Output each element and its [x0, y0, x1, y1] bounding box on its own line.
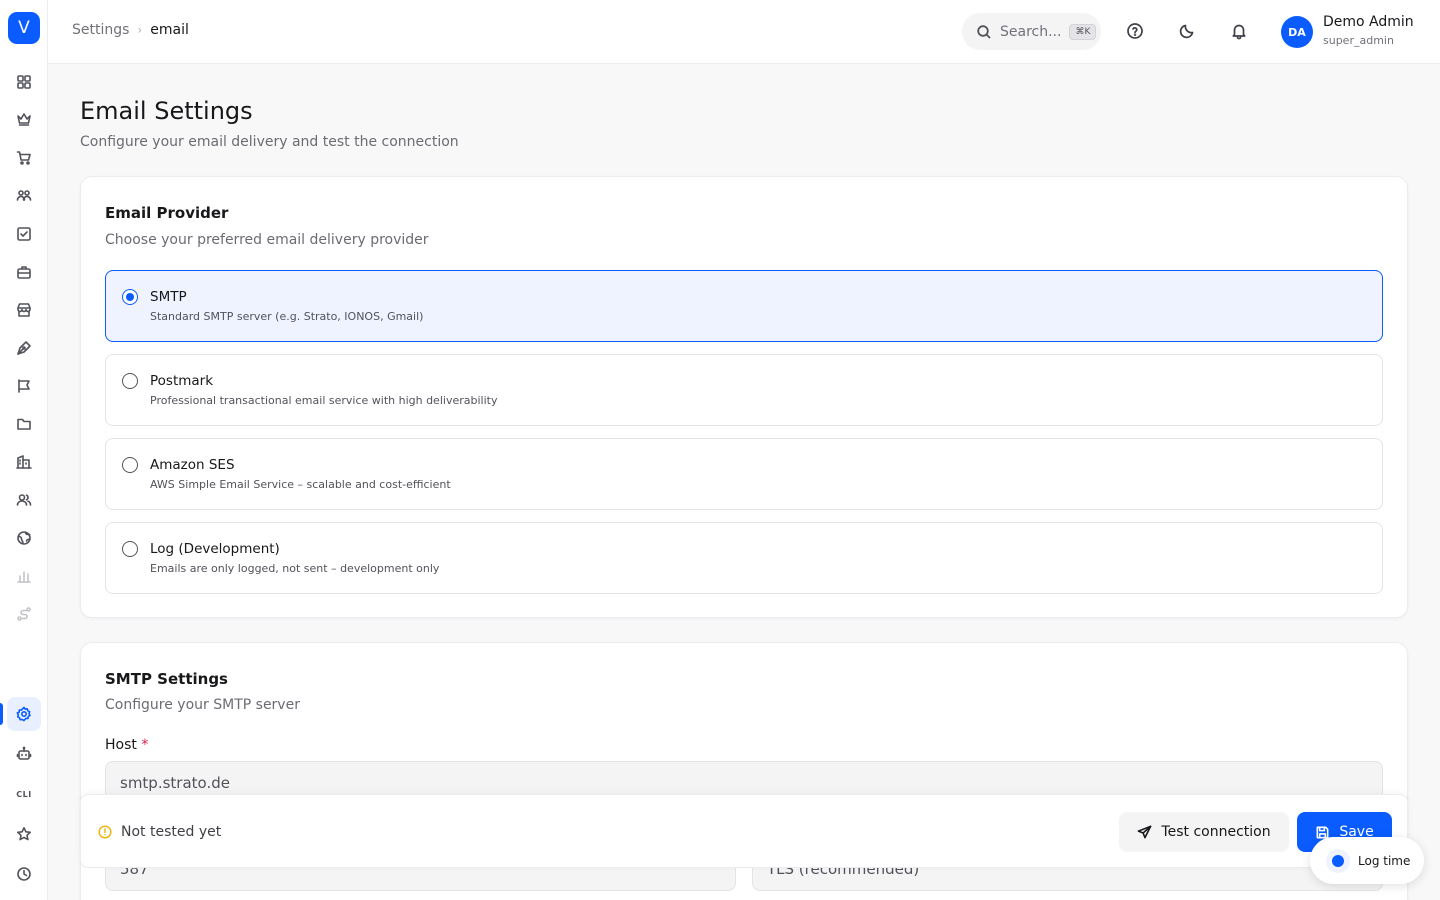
nav-users[interactable]: [7, 179, 41, 213]
required-marker: *: [141, 737, 149, 753]
nav-marketing[interactable]: [7, 369, 41, 403]
log-time-button[interactable]: Log time: [1310, 837, 1424, 884]
app-logo[interactable]: V: [8, 12, 40, 44]
nav-tasks[interactable]: [7, 217, 41, 251]
folder-icon: [17, 418, 31, 430]
top-header: Settings › email Search... ⌘K DA Demo Ad…: [48, 0, 1440, 64]
megaphone-icon: [18, 379, 30, 393]
provider-option-log[interactable]: Log (Development) Emails are only logged…: [105, 522, 1383, 594]
nav-files[interactable]: [7, 407, 41, 441]
help-button[interactable]: [1124, 20, 1146, 42]
radio-button[interactable]: [122, 541, 138, 557]
nav-cart[interactable]: [7, 141, 41, 175]
grid-icon: [17, 75, 31, 89]
nav-dashboard[interactable]: [7, 65, 41, 99]
chevron-right-icon: ›: [137, 23, 143, 37]
nav-team[interactable]: [7, 483, 41, 517]
nav-bots[interactable]: [7, 737, 41, 771]
nav-settings[interactable]: [7, 697, 41, 731]
nav-jobs[interactable]: [7, 255, 41, 289]
nav-routes[interactable]: [7, 597, 41, 631]
search-shortcut: ⌘K: [1069, 23, 1097, 40]
briefcase-icon: [17, 266, 31, 279]
search-button[interactable]: Search... ⌘K: [962, 13, 1101, 50]
nav-store[interactable]: [7, 293, 41, 327]
building-icon: [16, 455, 32, 469]
page-title: Email Settings: [80, 97, 253, 125]
option-description: Standard SMTP server (e.g. Strato, IONOS…: [150, 310, 424, 323]
option-description: AWS Simple Email Service – scalable and …: [150, 478, 451, 491]
option-name: SMTP: [150, 289, 187, 305]
email-provider-card: Email Provider Choose your preferred ema…: [80, 176, 1408, 618]
host-label-text: Host: [105, 737, 137, 753]
robot-icon: [16, 746, 32, 760]
help-icon: [1127, 23, 1143, 39]
notifications-button[interactable]: [1228, 20, 1250, 42]
globe-icon: [17, 531, 31, 545]
host-label: Host *: [105, 737, 148, 753]
cli-icon: CLI: [16, 789, 32, 799]
provider-option-postmark[interactable]: Postmark Professional transactional emai…: [105, 354, 1383, 426]
moon-icon: [1179, 24, 1194, 39]
user-name[interactable]: Demo Admin: [1323, 14, 1414, 30]
provider-option-smtp[interactable]: SMTP Standard SMTP server (e.g. Strato, …: [105, 270, 1383, 342]
nav-reports[interactable]: [7, 559, 41, 593]
nav-history[interactable]: [7, 857, 41, 891]
clock-icon: [17, 867, 31, 881]
option-name: Postmark: [150, 373, 214, 389]
sidebar: V CLI: [0, 0, 48, 900]
bell-icon: [1232, 24, 1246, 40]
timer-icon: [1326, 848, 1350, 873]
breadcrumb: Settings › email: [72, 22, 189, 38]
cart-icon: [16, 151, 31, 165]
nav-crown[interactable]: [7, 102, 41, 136]
card-title: Email Provider: [105, 204, 229, 222]
nav-globe[interactable]: [7, 521, 41, 555]
chart-icon: [17, 571, 31, 583]
nav-companies[interactable]: [7, 445, 41, 479]
radio-button[interactable]: [122, 289, 138, 305]
option-description: Emails are only logged, not sent – devel…: [150, 562, 440, 575]
nav-design[interactable]: [7, 331, 41, 365]
theme-toggle-button[interactable]: [1176, 20, 1198, 42]
route-icon: [17, 607, 31, 621]
action-bar: Not tested yet Test connection Save: [80, 794, 1408, 868]
nav-favorites[interactable]: [7, 817, 41, 851]
page-subtitle: Configure your email delivery and test t…: [80, 134, 459, 150]
radio-button[interactable]: [122, 457, 138, 473]
card-subtitle: Choose your preferred email delivery pro…: [105, 232, 429, 248]
pen-icon: [17, 341, 31, 355]
breadcrumb-settings[interactable]: Settings: [72, 22, 129, 38]
send-icon: [1138, 825, 1152, 838]
avatar[interactable]: DA: [1281, 16, 1313, 48]
test-connection-label: Test connection: [1161, 824, 1271, 840]
warning-icon: [98, 825, 112, 839]
star-icon: [17, 827, 31, 841]
crown-icon: [17, 113, 31, 126]
breadcrumb-current: email: [150, 22, 189, 38]
nav-cli[interactable]: CLI: [7, 777, 41, 811]
provider-option-ses[interactable]: Amazon SES AWS Simple Email Service – sc…: [105, 438, 1383, 510]
radio-button[interactable]: [122, 373, 138, 389]
gear-icon: [16, 706, 31, 722]
log-time-label: Log time: [1358, 853, 1411, 868]
users-icon: [16, 190, 32, 201]
option-description: Professional transactional email service…: [150, 394, 498, 407]
checkbox-icon: [17, 227, 31, 241]
card-subtitle: Configure your SMTP server: [105, 697, 300, 713]
option-name: Log (Development): [150, 541, 280, 557]
active-indicator: [0, 703, 3, 725]
store-icon: [17, 303, 31, 317]
user-role: super_admin: [1323, 34, 1394, 47]
team-icon: [16, 494, 32, 506]
search-placeholder: Search...: [1000, 23, 1062, 40]
search-icon: [977, 24, 991, 39]
card-title: SMTP Settings: [105, 670, 228, 688]
test-connection-button[interactable]: Test connection: [1119, 812, 1289, 852]
option-name: Amazon SES: [150, 457, 235, 473]
connection-status: Not tested yet: [121, 824, 222, 840]
